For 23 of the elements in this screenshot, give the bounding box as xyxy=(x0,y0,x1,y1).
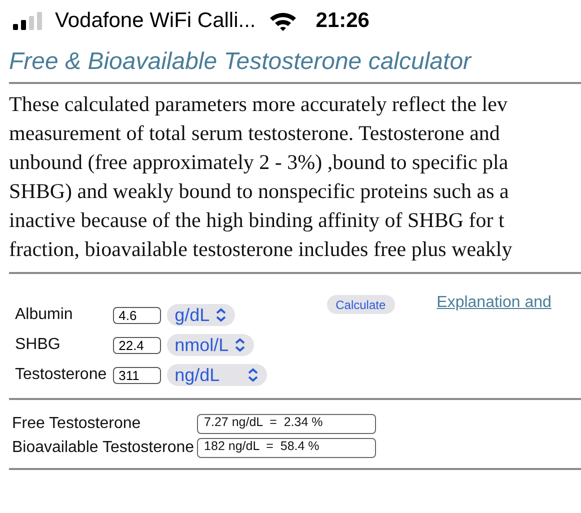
chevron-icon xyxy=(248,368,258,382)
input-label: SHBG xyxy=(15,336,62,354)
input-label: Albumin xyxy=(15,306,74,324)
intro-paragraph: These calculated parameters more accurately reflect the lev measurement of total serum testosterone. Testosterone and unbound (free approximately 2 - 3%) ,bound to specific pla SHBG) and weakly bound to nonspecific proteins such as a inactive because of the high binding affinity of SHBG for t fraction, bioavailable testosterone includes free plus weakly xyxy=(8,91,514,263)
unit-select[interactable]: ng/dL xyxy=(166,364,267,386)
result-label: Free Testosterone xyxy=(12,415,142,433)
chevron-icon xyxy=(234,338,245,352)
unit-select[interactable]: nmol/L xyxy=(166,334,254,356)
input-field[interactable]: 4.6 xyxy=(112,306,161,324)
explanation-link[interactable]: Explanation and xyxy=(436,294,552,312)
wifi-icon xyxy=(268,10,298,32)
input-field[interactable]: 311 xyxy=(112,366,161,384)
result-field: 7.27 ng/dL = 2.34 % xyxy=(197,414,376,434)
result-field: 182 ng/dL = 58.4 % xyxy=(197,438,376,458)
input-label: Testosterone xyxy=(15,366,107,384)
chevron-icon xyxy=(216,308,226,322)
input-field[interactable]: 22.4 xyxy=(112,336,161,354)
carrier-name: Vodafone WiFi Calli... xyxy=(55,9,256,33)
page-title: Free & Bioavailable Testosterone calculator xyxy=(8,47,473,77)
unit-select[interactable]: g/dL xyxy=(166,304,235,326)
calculate-button[interactable]: Calculate xyxy=(326,295,395,314)
clock-time: 21:26 xyxy=(316,9,370,33)
result-label: Bioavailable Testosterone xyxy=(12,439,194,457)
